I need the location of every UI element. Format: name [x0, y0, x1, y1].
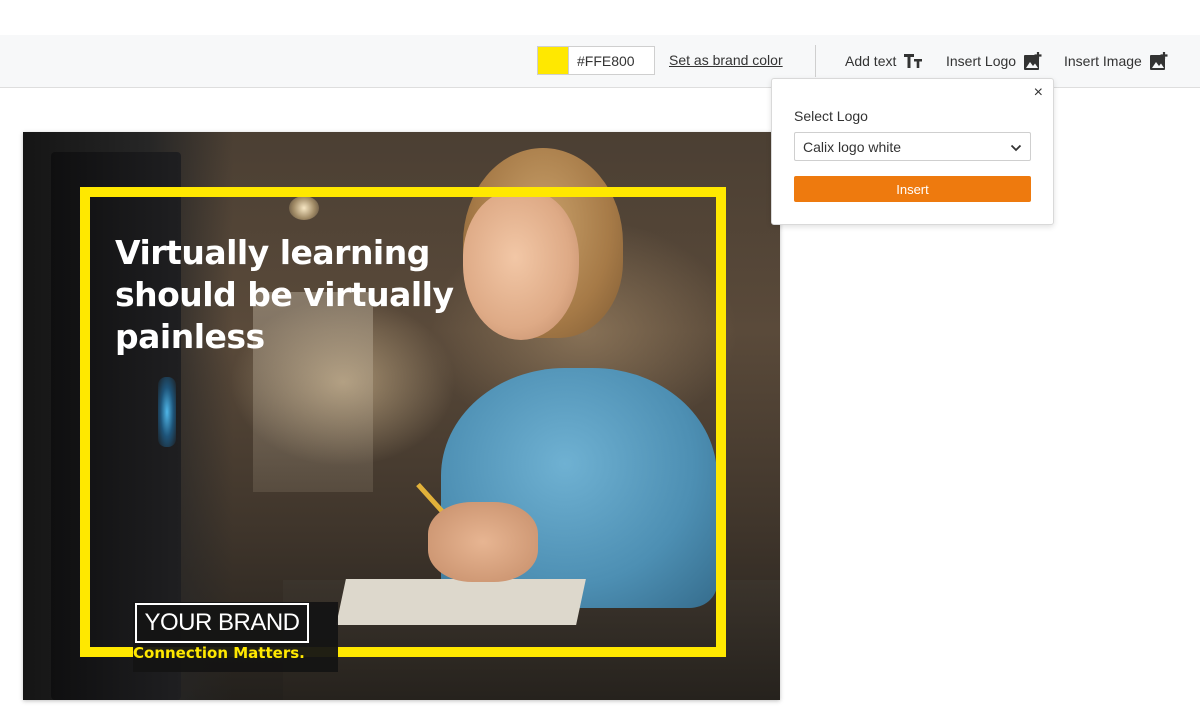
toolbar-divider	[815, 45, 816, 77]
insert-logo-button[interactable]: Insert Logo	[946, 49, 1043, 73]
add-text-label: Add text	[845, 53, 897, 69]
brand-logo-box[interactable]: YOUR BRAND	[135, 603, 309, 643]
brand-logo-text: YOUR BRAND	[144, 609, 300, 636]
add-text-button[interactable]: Add text	[845, 49, 923, 73]
add-image-icon	[1023, 51, 1043, 71]
headline-text[interactable]: Virtually learning should be virtually p…	[115, 232, 475, 358]
hex-color-input[interactable]	[568, 46, 655, 75]
color-swatch[interactable]	[537, 46, 568, 75]
set-brand-color-link[interactable]: Set as brand color	[669, 52, 783, 68]
insert-logo-label: Insert Logo	[946, 53, 1017, 69]
insert-image-button[interactable]: Insert Image	[1064, 49, 1169, 73]
logo-select-dropdown[interactable]: Calix logo white	[794, 132, 1031, 161]
insert-button[interactable]: Insert	[794, 176, 1031, 202]
chevron-down-icon	[1010, 139, 1022, 155]
select-logo-label: Select Logo	[794, 108, 868, 124]
design-canvas[interactable]: Virtually learning should be virtually p…	[23, 132, 780, 700]
brand-tagline[interactable]: Connection Matters.	[133, 644, 305, 662]
insert-image-label: Insert Image	[1064, 53, 1142, 69]
close-icon[interactable]: ×	[1034, 85, 1043, 101]
text-size-icon	[903, 52, 923, 70]
select-logo-popup: × Select Logo Calix logo white Insert	[771, 78, 1054, 225]
add-photo-icon	[1149, 51, 1169, 71]
logo-select-value: Calix logo white	[803, 138, 902, 155]
